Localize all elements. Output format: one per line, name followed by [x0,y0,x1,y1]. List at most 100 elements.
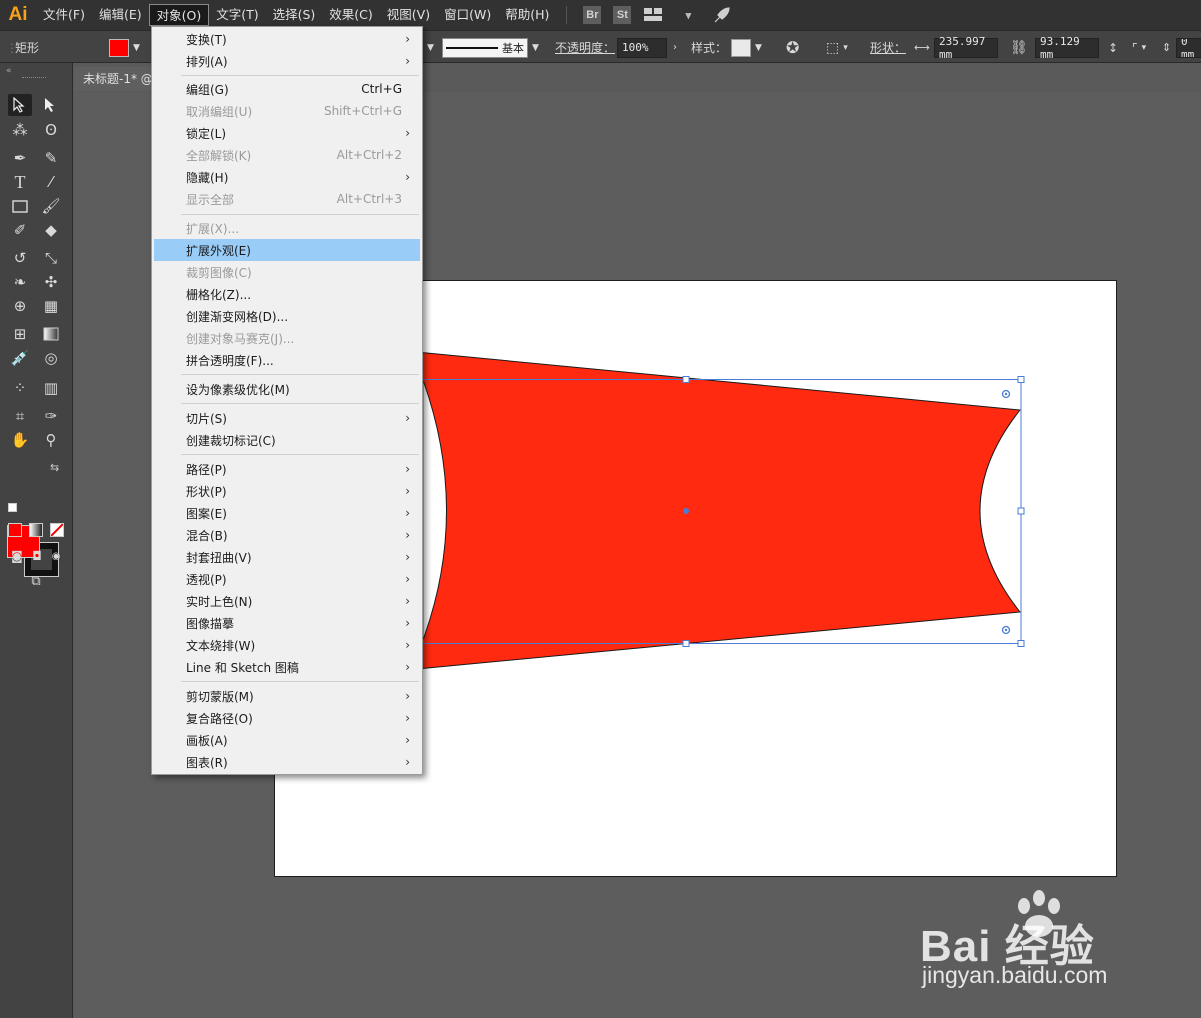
chevron-down-icon[interactable]: ▼ [423,31,434,64]
menu-item-expand-appearance[interactable]: 扩展外观(E) [154,239,420,261]
draw-inside-icon[interactable]: ◉ [44,545,68,567]
menu-item-ungroup[interactable]: 取消编组(U) Shift+Ctrl+G [154,100,420,122]
width-input[interactable]: 235.997 mm [934,35,998,61]
menu-item-clipping-mask[interactable]: 剪切蒙版(M) › [154,685,420,707]
menu-edit[interactable]: 编辑(E) [92,4,149,26]
corner-type-icon[interactable]: ⌜ ▾ [1132,31,1146,64]
swap-colors-icon[interactable]: ⇆ [50,461,59,474]
chevron-down-icon[interactable]: ▾ [677,4,699,26]
eyedropper-tool-icon[interactable]: 💉 [8,347,32,369]
perspective-grid-tool-icon[interactable]: ▦ [39,295,63,317]
menu-item-gradient-mesh[interactable]: 创建渐变网格(D)... [154,305,420,327]
scale-tool-icon[interactable]: ⤡ [39,247,63,269]
mesh-tool-icon[interactable]: ⊞ [8,323,32,345]
height-field[interactable]: 93.129 mm [1035,31,1099,64]
menu-item-hide[interactable]: 隐藏(H) › [154,166,420,188]
screen-mode-icon[interactable]: ⧉ [24,570,48,592]
menu-item-line-sketch-art[interactable]: Line 和 Sketch 图稿 › [154,656,420,678]
lasso-tool-icon[interactable]: ʘ [39,119,63,141]
opacity-field[interactable]: 100% › [617,31,677,64]
symbol-sprayer-tool-icon[interactable]: ⁘ [8,377,32,399]
menu-item-flatten-transparency[interactable]: 拼合透明度(F)... [154,349,420,371]
rectangle-tool-icon[interactable] [8,195,32,217]
rocket-icon[interactable] [711,4,733,26]
menu-item-shape[interactable]: 形状(P) › [154,480,420,502]
menu-item-live-paint[interactable]: 实时上色(N) › [154,590,420,612]
curvature-tool-icon[interactable]: ✎ [39,147,63,169]
menu-item-arrange[interactable]: 排列(A) › [154,50,420,72]
stepper-icon[interactable]: ⇕ [1162,31,1171,64]
gradient-tool-icon[interactable] [39,323,63,345]
menu-item-rasterize[interactable]: 栅格化(Z)... [154,283,420,305]
blend-tool-icon[interactable]: ◎ [39,347,63,369]
menu-item-lock[interactable]: 锁定(L) › [154,122,420,144]
menu-item-group[interactable]: 编组(G) Ctrl+G [154,78,420,100]
height-input[interactable]: 93.129 mm [1035,35,1099,61]
pen-tool-icon[interactable]: ✒ [8,147,32,169]
menu-item-perspective[interactable]: 透视(P) › [154,568,420,590]
menu-file[interactable]: 文件(F) [36,4,92,26]
menu-object[interactable]: 对象(O) [148,4,210,26]
document-tab[interactable]: 未标题-1* @ [74,67,156,91]
hand-tool-icon[interactable]: ✋ [8,429,32,451]
opacity-label[interactable]: 不透明度： [555,31,615,64]
default-colors-icon[interactable] [8,503,17,512]
slice-tool-icon[interactable]: ✑ [39,405,63,427]
selection-tool-icon[interactable] [8,94,32,116]
color-mode-icon[interactable] [8,523,22,537]
collapse-panel-icon[interactable]: « [6,66,12,76]
menu-item-artboards[interactable]: 画板(A) › [154,729,420,751]
stock-icon[interactable]: St [613,6,632,24]
artboard-tool-icon[interactable]: ⌗ [8,405,32,427]
direct-selection-tool-icon[interactable] [39,94,63,116]
menu-help[interactable]: 帮助(H) [498,4,556,26]
shape-builder-tool-icon[interactable]: ⊕ [8,295,32,317]
menu-item-image-trace[interactable]: 图像描摹 › [154,612,420,634]
gradient-mode-icon[interactable] [29,523,43,537]
menu-item-graph[interactable]: 图表(R) › [154,751,420,773]
corner-field[interactable]: 0 mm [1176,31,1201,64]
zoom-tool-icon[interactable]: ⚲ [39,429,63,451]
line-tool-icon[interactable]: ⁄ [39,171,63,193]
none-mode-icon[interactable] [50,523,64,537]
style-picker[interactable]: ▼ [731,31,762,64]
link-proportions-icon[interactable]: ⛓ [1010,31,1028,64]
warp-tool-icon[interactable]: ❧ [8,271,32,293]
menu-view[interactable]: 视图(V) [380,4,437,26]
shape-label[interactable]: 形状： [870,31,906,64]
shaper-tool-icon[interactable]: ✐ [8,219,32,241]
menu-item-path[interactable]: 路径(P) › [154,458,420,480]
menu-item-unlock-all[interactable]: 全部解锁(K) Alt+Ctrl+2 [154,144,420,166]
menu-item-object-mosaic[interactable]: 创建对象马赛克(J)... [154,327,420,349]
stroke-profile-select[interactable]: 基本 ▼ [442,31,539,64]
menu-item-slice[interactable]: 切片(S) › [154,407,420,429]
menu-item-crop-image[interactable]: 裁剪图像(C) [154,261,420,283]
rotate-tool-icon[interactable]: ↺ [8,247,32,269]
menu-item-expand[interactable]: 扩展(X)... [154,217,420,239]
column-graph-tool-icon[interactable]: ▥ [39,377,63,399]
menu-item-envelope-distort[interactable]: 封套扭曲(V) › [154,546,420,568]
menu-item-pixel-perfect[interactable]: 设为像素级优化(M) [154,378,420,400]
puppet-warp-tool-icon[interactable]: ✣ [39,271,63,293]
menu-item-show-all[interactable]: 显示全部 Alt+Ctrl+3 [154,188,420,210]
menu-item-compound-path[interactable]: 复合路径(O) › [154,707,420,729]
menu-window[interactable]: 窗口(W) [437,4,498,26]
recolor-icon[interactable]: ✪ [786,31,799,64]
fill-color-picker[interactable]: ▼ [109,31,140,64]
opacity-input[interactable]: 100% [617,37,667,58]
type-tool-icon[interactable]: T [8,171,32,193]
corner-radius-input[interactable]: 0 mm [1176,37,1201,58]
magic-wand-tool-icon[interactable]: ⁂ [8,119,32,141]
bridge-icon[interactable]: Br [583,6,602,24]
width-field[interactable]: 235.997 mm [934,31,998,64]
menu-effect[interactable]: 效果(C) [322,4,379,26]
menu-type[interactable]: 文字(T) [209,4,265,26]
menu-item-crop-marks[interactable]: 创建裁切标记(C) [154,429,420,451]
eraser-tool-icon[interactable]: ◆ [39,219,63,241]
workspace-layout-icon[interactable] [643,4,665,26]
menu-item-transform[interactable]: 变换(T) › [154,28,420,50]
chevron-right-icon[interactable]: › [673,42,677,53]
align-to-selection-icon[interactable]: ⬚ ▾ [826,31,848,64]
menu-item-pattern[interactable]: 图案(E) › [154,502,420,524]
menu-item-blend[interactable]: 混合(B) › [154,524,420,546]
